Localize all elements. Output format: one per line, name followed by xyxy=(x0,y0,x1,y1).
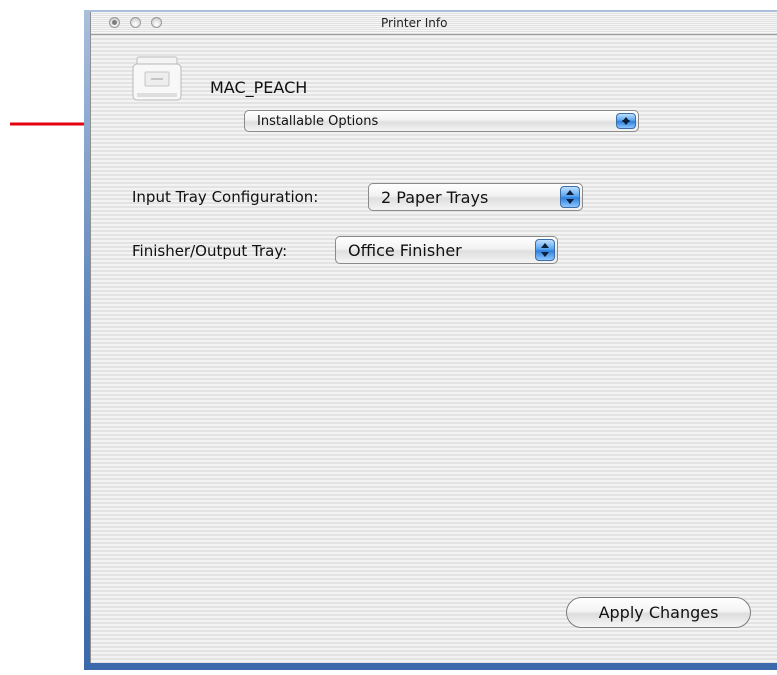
finisher-value: Office Finisher xyxy=(348,241,462,260)
panel-select-value: Installable Options xyxy=(257,114,379,129)
popup-arrows-icon xyxy=(616,113,636,129)
finisher-popup[interactable]: Office Finisher xyxy=(335,236,558,264)
printer-icon xyxy=(132,56,182,101)
printer-name: MAC_PEACH xyxy=(210,78,308,97)
close-button[interactable] xyxy=(109,17,120,28)
popup-arrows-icon xyxy=(560,186,580,208)
printer-info-window: Printer Info MAC_PEACH Installable Optio… xyxy=(90,12,777,663)
input-tray-popup[interactable]: 2 Paper Trays xyxy=(368,183,583,211)
apply-changes-button[interactable]: Apply Changes xyxy=(566,597,751,628)
minimize-button[interactable] xyxy=(130,17,141,28)
panel-select-popup[interactable]: Installable Options xyxy=(244,110,639,132)
screenshot: Printer Info MAC_PEACH Installable Optio… xyxy=(0,0,777,675)
title-bar[interactable]: Printer Info xyxy=(91,12,777,35)
input-tray-label: Input Tray Configuration: xyxy=(132,188,319,206)
window-title: Printer Info xyxy=(381,16,448,30)
zoom-button[interactable] xyxy=(151,17,162,28)
popup-arrows-icon xyxy=(535,239,555,261)
input-tray-value: 2 Paper Trays xyxy=(381,188,489,207)
finisher-label: Finisher/Output Tray: xyxy=(132,242,288,260)
